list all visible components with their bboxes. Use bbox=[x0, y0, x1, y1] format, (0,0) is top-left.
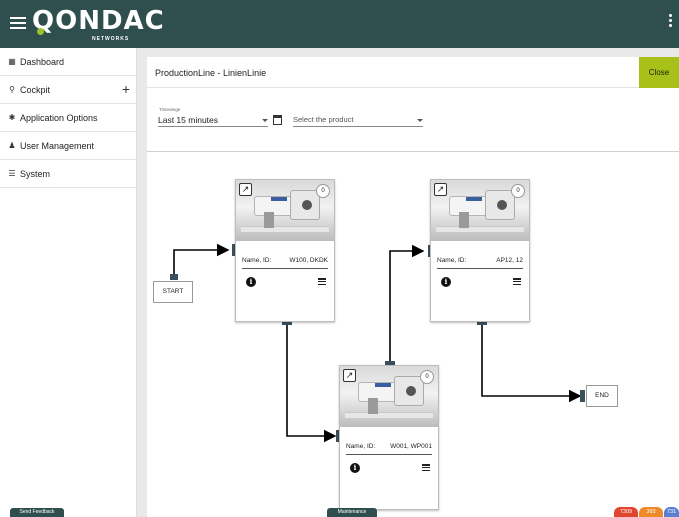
id-value: W001, WP001 bbox=[390, 443, 432, 450]
logo-subtext: NETWORKS bbox=[92, 36, 130, 42]
chevron-down-icon bbox=[417, 119, 423, 122]
maintenance-button[interactable]: Maintenance bbox=[327, 508, 377, 517]
edit-icon[interactable]: ↗ bbox=[343, 369, 356, 382]
sewing-machine-image: ↗ 0 bbox=[431, 180, 529, 241]
port-end-in bbox=[580, 390, 585, 402]
connector-node3-node2 bbox=[389, 244, 425, 366]
panel-header: ProductionLine - LinienLinie Close bbox=[147, 57, 679, 88]
status-badge-info[interactable]: 731 bbox=[664, 507, 679, 517]
info-icon[interactable]: i bbox=[350, 463, 360, 473]
id-label: Name, ID: bbox=[437, 257, 467, 264]
port-start-out bbox=[170, 274, 178, 280]
sidebar-item-label: User Management bbox=[20, 140, 95, 151]
count-badge: 0 bbox=[316, 184, 330, 198]
edit-icon[interactable]: ↗ bbox=[239, 183, 252, 196]
sidebar-item-label: System bbox=[20, 168, 51, 179]
start-node[interactable]: START bbox=[153, 281, 193, 303]
filter-bar: Timerange Last 15 minutes Select the pro… bbox=[147, 88, 679, 152]
list-icon[interactable] bbox=[513, 278, 521, 286]
node-actions: i bbox=[346, 455, 432, 481]
sewing-machine-image: ↗ 0 bbox=[340, 366, 438, 427]
node-info-row: Name, ID: W100, DKDK bbox=[242, 249, 328, 269]
logo: QONDAC bbox=[32, 6, 165, 36]
info-icon[interactable]: i bbox=[246, 277, 256, 287]
production-line-diagram: START END ↗ 0 Name, ID: W100, DKDK i ↗ 0… bbox=[147, 153, 679, 517]
timerange-value: Last 15 minutes bbox=[158, 115, 219, 125]
status-badge-errors[interactable]: 7309 bbox=[614, 507, 638, 517]
machine-node-w100[interactable]: ↗ 0 Name, ID: W100, DKDK i bbox=[235, 179, 335, 322]
sidebar-item-dashboard[interactable]: ▦ Dashboard bbox=[0, 48, 136, 76]
close-button[interactable]: Close bbox=[639, 57, 679, 88]
sidebar-item-label: Dashboard bbox=[20, 56, 65, 67]
search-icon: ⚲ bbox=[9, 85, 15, 94]
id-value: AP12, 12 bbox=[496, 257, 523, 264]
list-icon[interactable] bbox=[422, 464, 430, 472]
node-info-row: Name, ID: W001, WP001 bbox=[346, 435, 432, 455]
product-select[interactable]: Select the product bbox=[293, 115, 423, 127]
connector-node1-node3 bbox=[286, 323, 337, 443]
edit-icon[interactable]: ↗ bbox=[434, 183, 447, 196]
sidebar-item-user-management[interactable]: ♟ User Management bbox=[0, 132, 136, 160]
list-icon: ☰ bbox=[8, 169, 16, 178]
dashboard-icon: ▦ bbox=[8, 57, 16, 66]
node-actions: i bbox=[242, 269, 328, 295]
end-node[interactable]: END bbox=[586, 385, 618, 407]
connector-start-node1 bbox=[173, 243, 230, 280]
machine-node-w001[interactable]: ↗ 0 Name, ID: W001, WP001 i bbox=[339, 365, 439, 510]
sidebar: ▦ Dashboard ⚲ Cockpit + ✱ Application Op… bbox=[0, 48, 137, 517]
sidebar-item-label: Application Options bbox=[20, 112, 98, 123]
id-value: W100, DKDK bbox=[289, 257, 328, 264]
info-icon[interactable]: i bbox=[441, 277, 451, 287]
chevron-down-icon bbox=[262, 119, 268, 122]
gear-icon: ✱ bbox=[8, 113, 16, 122]
calendar-icon[interactable] bbox=[273, 115, 282, 125]
machine-node-ap12[interactable]: ↗ 0 Name, ID: AP12, 12 i bbox=[430, 179, 530, 322]
count-badge: 0 bbox=[420, 370, 434, 384]
page-title: ProductionLine - LinienLinie bbox=[155, 68, 267, 78]
id-label: Name, ID: bbox=[346, 443, 376, 450]
status-badge-warnings[interactable]: 393 bbox=[639, 507, 663, 517]
sidebar-item-cockpit[interactable]: ⚲ Cockpit + bbox=[0, 76, 136, 104]
id-label: Name, ID: bbox=[242, 257, 272, 264]
timerange-select[interactable]: Last 15 minutes bbox=[158, 115, 268, 127]
sewing-machine-image: ↗ 0 bbox=[236, 180, 334, 241]
connector-node2-end bbox=[481, 323, 582, 403]
list-icon[interactable] bbox=[318, 278, 326, 286]
timerange-label: Timerange bbox=[159, 107, 181, 112]
sidebar-item-label: Cockpit bbox=[20, 84, 51, 95]
sidebar-item-application-options[interactable]: ✱ Application Options bbox=[0, 104, 136, 132]
menu-icon[interactable] bbox=[10, 14, 26, 30]
node-info-row: Name, ID: AP12, 12 bbox=[437, 249, 523, 269]
send-feedback-button[interactable]: Send Feedback bbox=[10, 508, 64, 517]
logo-leaf-icon bbox=[37, 28, 44, 35]
node-actions: i bbox=[437, 269, 523, 295]
sidebar-item-system[interactable]: ☰ System bbox=[0, 160, 136, 188]
plus-icon[interactable]: + bbox=[122, 82, 130, 96]
user-icon: ♟ bbox=[8, 141, 16, 150]
top-bar: QONDAC NETWORKS bbox=[0, 0, 679, 48]
more-options-icon[interactable] bbox=[669, 14, 673, 28]
count-badge: 0 bbox=[511, 184, 525, 198]
product-placeholder: Select the product bbox=[293, 115, 354, 124]
